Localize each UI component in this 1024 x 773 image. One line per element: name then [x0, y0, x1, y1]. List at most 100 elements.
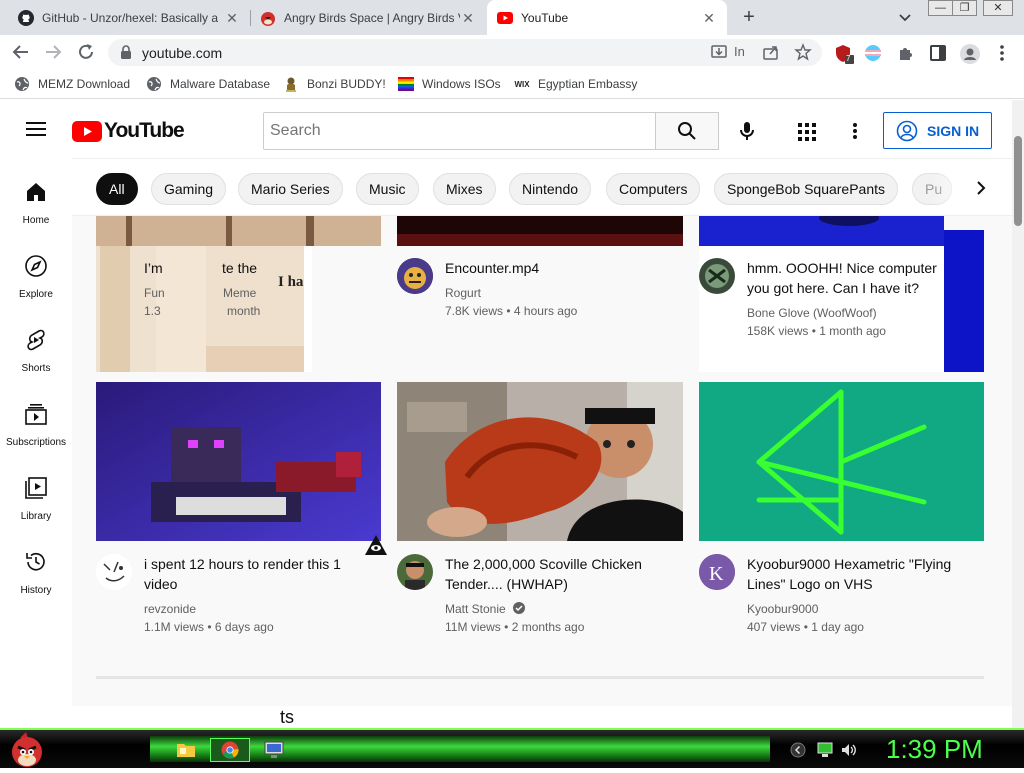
page-scrollbar[interactable]: [1012, 100, 1024, 728]
svg-text:K: K: [709, 563, 724, 585]
video-title[interactable]: The 2,000,000 Scoville Chicken Tender...…: [445, 554, 675, 594]
video-age-fragment: month: [227, 304, 261, 318]
apps-grid-button[interactable]: [797, 122, 817, 142]
channel-avatar[interactable]: [397, 554, 433, 590]
chip-spongebob[interactable]: SpongeBob SquarePants: [714, 173, 899, 205]
chip-mixes[interactable]: Mixes: [433, 173, 496, 205]
install-app-icon[interactable]: [710, 43, 728, 61]
bookmark-egyptian-embassy[interactable]: WIX Egyptian Embassy: [514, 76, 637, 92]
profile-avatar-icon[interactable]: [960, 44, 980, 64]
omnibox-in-text[interactable]: In: [734, 43, 745, 61]
close-tab-icon[interactable]: ✕: [460, 10, 476, 26]
restore-button[interactable]: ❐: [952, 0, 977, 16]
video-title-fragment[interactable]: te the: [222, 258, 262, 278]
search-input[interactable]: [264, 113, 656, 149]
close-window-button[interactable]: ✕: [983, 0, 1013, 16]
extensions-puzzle-icon[interactable]: [897, 44, 915, 62]
sidebar-item-subscriptions[interactable]: Subscriptions: [0, 390, 72, 460]
tray-chevron-icon[interactable]: [790, 742, 806, 758]
forward-button[interactable]: [42, 41, 64, 63]
video-thumbnail[interactable]: [397, 382, 683, 541]
bookmark-malware-database[interactable]: Malware Database: [146, 76, 270, 92]
shield-extension-icon[interactable]: 7: [834, 44, 854, 64]
start-button[interactable]: [8, 730, 46, 768]
chip-all[interactable]: All: [96, 173, 138, 205]
channel-avatar[interactable]: [397, 258, 433, 294]
channel-name[interactable]: Kyoobur9000: [747, 600, 818, 618]
video-title[interactable]: Encounter.mp4: [445, 258, 685, 278]
side-panel-icon[interactable]: [929, 44, 947, 62]
channel-name[interactable]: revzonide: [144, 600, 196, 618]
scrollbar-thumb[interactable]: [1014, 136, 1022, 226]
bookmark-memz[interactable]: MEMZ Download: [14, 76, 130, 92]
tab-search-chevron-icon[interactable]: [896, 8, 914, 26]
taskbar-clock[interactable]: 1:39 PM: [886, 734, 983, 765]
bookmark-star-icon[interactable]: [794, 43, 812, 61]
new-tab-button[interactable]: +: [738, 6, 760, 28]
section-divider: [96, 676, 984, 679]
youtube-play-icon: [72, 120, 102, 142]
channel-name[interactable]: Matt Stonie: [445, 602, 506, 616]
sidebar-item-library[interactable]: Library: [0, 464, 72, 534]
video-views: 407 views: [747, 620, 801, 634]
youtube-logo[interactable]: YouTube: [72, 119, 185, 142]
volume-icon[interactable]: [840, 742, 858, 758]
network-icon[interactable]: [816, 742, 834, 758]
back-button[interactable]: [10, 41, 32, 63]
sidebar-item-explore[interactable]: Explore: [0, 242, 72, 312]
sign-in-button[interactable]: SIGN IN: [883, 112, 992, 149]
close-tab-icon[interactable]: ✕: [701, 10, 717, 26]
address-bar[interactable]: youtube.com In: [108, 39, 822, 66]
voice-search-button[interactable]: [736, 120, 758, 142]
video-title[interactable]: I’m: [144, 258, 164, 278]
channel-name[interactable]: Bone Glove (WoofWoof): [747, 304, 877, 322]
video-thumbnail[interactable]: [699, 382, 984, 541]
taskbar-chrome[interactable]: [210, 738, 250, 762]
channel-name[interactable]: Fun: [144, 284, 165, 302]
reload-icon: [79, 44, 93, 59]
tab-label: GitHub - Unzor/hexel: Basically a: [42, 10, 219, 25]
video-thumbnail[interactable]: [96, 216, 381, 246]
chip-computers[interactable]: Computers: [606, 173, 701, 205]
taskbar-file-explorer[interactable]: [166, 738, 206, 762]
tab-youtube[interactable]: YouTube ✕: [487, 0, 727, 35]
sidebar-item-shorts[interactable]: Shorts: [0, 316, 72, 386]
video-title[interactable]: i spent 12 hours to render this 1 video: [144, 554, 369, 594]
chrome-menu-icon[interactable]: [995, 44, 1013, 62]
video-thumbnail[interactable]: [96, 382, 381, 541]
tab-angry-birds[interactable]: Angry Birds Space | Angry Birds V ✕: [250, 0, 486, 35]
minimize-button[interactable]: —: [928, 0, 953, 16]
sidebar-item-home[interactable]: Home: [0, 168, 72, 238]
channel-name[interactable]: Rogurt: [445, 284, 481, 302]
taskbar-remote-desktop[interactable]: [254, 738, 294, 762]
video-title[interactable]: Kyoobur9000 Hexametric "Flying Lines" Lo…: [747, 554, 977, 594]
chips-next-button[interactable]: [970, 177, 992, 199]
video-thumbnail[interactable]: [397, 216, 683, 246]
search-button[interactable]: [655, 112, 719, 150]
video-views: 1.3: [144, 304, 161, 318]
channel-avatar[interactable]: [699, 258, 735, 294]
sidebar-item-history[interactable]: History: [0, 538, 72, 608]
share-icon[interactable]: [762, 43, 780, 61]
channel-avatar[interactable]: K: [699, 554, 735, 590]
search-box[interactable]: [263, 112, 656, 150]
chip-mario-series[interactable]: Mario Series: [238, 173, 343, 205]
globe-icon: [14, 76, 30, 92]
glitch-fragment: [944, 230, 984, 372]
tab-github[interactable]: GitHub - Unzor/hexel: Basically a ✕: [8, 0, 250, 35]
video-thumbnail[interactable]: [699, 216, 944, 246]
trans-flag-extension-icon[interactable]: [864, 44, 882, 62]
chip-nintendo[interactable]: Nintendo: [509, 173, 592, 205]
guide-menu-icon[interactable]: [26, 120, 48, 138]
tab-label: Angry Birds Space | Angry Birds V: [284, 10, 460, 25]
bookmark-bonzi-buddy[interactable]: Bonzi BUDDY!: [283, 76, 386, 92]
video-title[interactable]: hmm. OOOHH! Nice computer you got here. …: [747, 258, 942, 298]
bookmark-label: MEMZ Download: [38, 77, 131, 91]
channel-avatar[interactable]: [96, 554, 132, 590]
bookmark-windows-isos[interactable]: Windows ISOs: [398, 76, 501, 92]
chip-music[interactable]: Music: [356, 173, 419, 205]
settings-menu-button[interactable]: [848, 121, 862, 141]
chip-gaming[interactable]: Gaming: [151, 173, 227, 205]
reload-button[interactable]: [75, 41, 97, 63]
close-tab-icon[interactable]: ✕: [224, 10, 240, 26]
